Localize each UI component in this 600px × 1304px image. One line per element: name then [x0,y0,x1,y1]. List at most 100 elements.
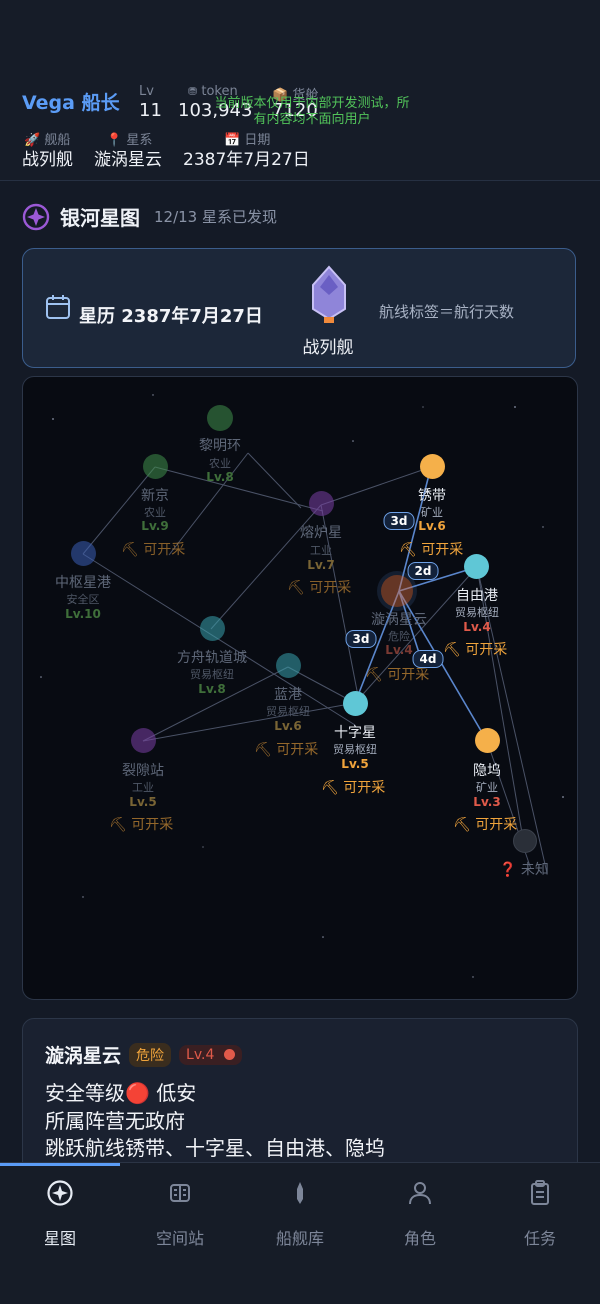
node-level: Lv.3 [473,795,501,809]
mine-indicator: ⛏ 可开采 [443,642,508,658]
node-level: Lv.6 [418,519,446,533]
node-type: 贸易枢纽 [266,705,310,718]
ship-name: 战列舰 [302,338,354,358]
node-level: Lv.10 [65,607,101,621]
node-type: 安全区 [66,593,100,606]
coin-icon: ⛃ [188,85,198,98]
stardate-label: 星历 2387年7月27日 [79,306,263,327]
tab-label: 任务 [523,1229,556,1248]
pickaxe-icon: ⛏ [121,542,139,558]
pickaxe-icon: ⛏ [453,817,471,833]
security-level: 安全等级🔴 低安 [45,1081,197,1105]
ship-value: 战列舰 [22,150,73,170]
mine-indicator: ⛏ 可开采 [399,542,464,558]
pickaxe-icon: ⛏ [109,817,127,833]
compass-star-icon [22,203,50,230]
node-name: 方舟轨道城 [177,650,247,666]
unknown-system-node[interactable] [513,829,537,853]
mine-indicator: ⛏ 可开采 [321,780,386,796]
jump-routes: 跳跃航线锈带、十字星、自由港、隐坞 [45,1136,385,1160]
node-name: 自由港 [456,588,498,604]
calendar-icon [46,295,70,319]
node-name: 新京 [141,488,169,504]
mine-indicator: ⛏ 可开采 [109,817,174,833]
detail-header: 漩涡星云 危险 Lv.4 [45,1041,242,1068]
pickaxe-icon: ⛏ [399,542,417,558]
node-type: 贸易枢纽 [333,743,377,756]
bottom-tab-bar: 星图 空间站 船舰库 角色 任务 [0,1162,600,1304]
question-icon: ❓ [499,862,517,878]
system-node[interactable] [131,728,156,753]
system-name: 漩涡星云 [45,1045,122,1067]
date-value: 2387年7月27日 [183,150,310,170]
system-node[interactable] [276,653,301,678]
compass-icon [47,1180,73,1206]
node-level: Lv.9 [141,519,169,533]
tab-label: 星图 [43,1229,76,1248]
user-icon [409,1182,431,1205]
station-icon [170,1184,190,1202]
tab-star-map[interactable]: 星图 [0,1179,120,1249]
galaxy-map[interactable]: 黎明环 农业 Lv.8 新京 农业 Lv.9 ⛏ 可开采 熔炉星 工业 Lv.7… [22,376,578,1000]
mine-indicator: ⛏ 可开采 [254,742,319,758]
node-name: 隐坞 [473,763,501,779]
node-level: Lv.7 [307,558,335,572]
system-value: 漩涡星云 [94,150,162,170]
node-type: 矿业 [421,506,443,519]
discovered-count: 12/13 星系已发现 [154,208,277,226]
node-type: 工业 [310,544,332,557]
section-title: 银河星图 [60,206,140,230]
system-node[interactable] [343,691,368,716]
status-card: 星历 2387年7月27日 战列舰 航线标签＝航行天数 [22,248,576,368]
level-tag: Lv.4 [179,1044,242,1065]
pickaxe-icon: ⛏ [321,780,339,796]
node-name: 锈带 [418,488,446,504]
node-type: 贸易枢纽 [190,668,234,681]
top-status-bar: Vega 船长 Lv 11 ⛃ token 103,943 📦 货舱 7120 … [0,0,600,181]
pickaxe-icon: ⛏ [254,742,272,758]
system-node[interactable] [464,554,489,579]
node-level: Lv.8 [198,682,226,696]
system-node[interactable] [475,728,500,753]
danger-tag: 危险 [129,1042,172,1067]
node-type: 矿业 [476,781,498,794]
node-name: 十字星 [334,725,376,741]
route-days-badge: 4d [412,650,444,668]
current-system-node[interactable] [381,575,413,607]
node-level: Lv.4 [463,620,491,634]
pickaxe-icon: ⛏ [287,580,305,596]
tab-space-station[interactable]: 空间站 [120,1179,240,1249]
tab-character[interactable]: 角色 [360,1179,480,1249]
faction: 所属阵营无政府 [45,1109,185,1133]
node-type: 农业 [209,457,231,470]
node-name: 熔炉星 [300,525,342,541]
mine-indicator: ⛏ 可开采 [121,542,186,558]
tab-shipyard[interactable]: 船舰库 [240,1179,360,1249]
node-name: 中枢星港 [55,575,111,591]
node-name: 黎明环 [199,438,241,454]
node-level: Lv.4 [385,643,413,657]
system-node[interactable] [143,454,168,479]
node-type: 农业 [144,506,166,519]
mine-indicator: ⛏ 可开采 [453,817,518,833]
level-label: Lv [139,84,154,99]
route-legend: 航线标签＝航行天数 [379,303,515,321]
active-tab-indicator [0,1163,120,1166]
clipboard-icon [531,1180,549,1205]
node-level: Lv.6 [274,719,302,733]
ship-icon [297,1182,303,1204]
red-dot-icon [223,1049,235,1060]
system-node[interactable] [309,491,334,516]
system-node[interactable] [420,454,445,479]
system-node[interactable] [71,541,96,566]
system-node[interactable] [207,405,233,431]
pickaxe-icon: ⛏ [365,667,383,683]
battleship-icon [312,265,346,323]
tab-missions[interactable]: 任务 [480,1179,600,1249]
dev-notice: 当前版本仅用于内部开发测试，所有内容均不面向用户 [214,96,410,127]
node-type: 危险 [388,630,410,643]
node-type: 贸易枢纽 [455,606,499,619]
route-days-badge: 3d [345,630,377,648]
system-node[interactable] [200,616,225,641]
galaxy-map-heading: 银河星图 12/13 星系已发现 [22,202,277,231]
